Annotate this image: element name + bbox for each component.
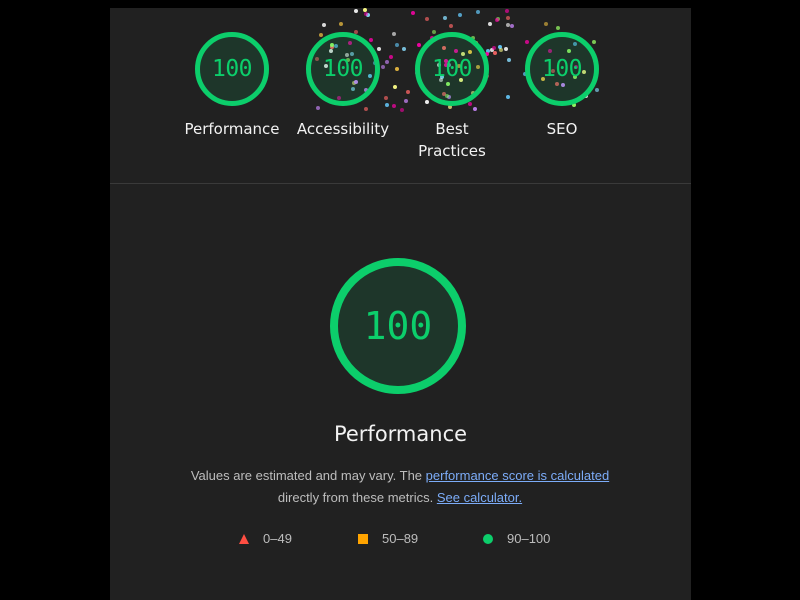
circle-icon [483, 533, 493, 544]
confetti-dot [425, 17, 430, 22]
confetti-dot [555, 25, 560, 30]
confetti-dot [353, 9, 358, 14]
confetti-dot [475, 10, 480, 15]
confetti-dot [400, 107, 405, 112]
performance-score-link[interactable]: performance score is calculated [426, 468, 610, 483]
confetti-dot [473, 106, 478, 111]
confetti-dot [384, 96, 389, 101]
confetti-dot [377, 47, 382, 52]
accessibility-gauge[interactable]: 100 [306, 32, 380, 106]
confetti-dot [384, 102, 389, 107]
legend-pass: 90–100 [483, 531, 550, 546]
confetti-dot [388, 55, 393, 60]
confetti-dot [318, 32, 323, 37]
confetti-dot [363, 8, 368, 13]
legend-fail: 0–49 [239, 531, 292, 546]
triangle-icon [239, 533, 249, 544]
seo-score: 100 [541, 56, 583, 82]
confetti-dot [592, 40, 596, 45]
confetti-dot [405, 89, 410, 94]
confetti-dot [498, 47, 503, 52]
legend-fail-range: 0–49 [263, 531, 292, 546]
confetti-dot [363, 11, 368, 16]
best-practices-score: 100 [431, 56, 473, 82]
confetti-dot [506, 23, 511, 28]
confetti-dot [506, 57, 511, 62]
confetti-dot [458, 13, 463, 18]
confetti-dot [506, 94, 511, 99]
performance-title: Performance [333, 422, 468, 446]
best-practices-label[interactable]: Best Practices [392, 118, 512, 162]
confetti-dot [485, 49, 490, 54]
confetti-dot [489, 48, 494, 53]
confetti-dot [338, 22, 343, 27]
accessibility-label[interactable]: Accessibility [283, 118, 403, 140]
performance-score: 100 [211, 56, 253, 82]
confetti-dot [403, 98, 408, 103]
confetti-dot [392, 103, 397, 108]
square-icon [358, 533, 368, 544]
best-practices-gauge[interactable]: 100 [415, 32, 489, 106]
confetti-dot [416, 43, 421, 47]
confetti-dot [424, 100, 429, 105]
performance-main-gauge: 100 [330, 258, 466, 394]
confetti-dot [494, 17, 499, 22]
confetti-dot [410, 10, 415, 15]
confetti-dot [322, 23, 327, 28]
confetti-dot [369, 38, 374, 43]
confetti-dot [497, 45, 502, 50]
confetti-dot [504, 47, 509, 52]
confetti-dot [491, 46, 496, 51]
accessibility-score: 100 [322, 56, 364, 82]
confetti-dot [393, 84, 398, 89]
confetti-dot [595, 87, 600, 92]
legend-average-range: 50–89 [382, 531, 419, 546]
confetti-dot [493, 51, 498, 56]
confetti-dot [395, 43, 400, 48]
performance-label[interactable]: Performance [172, 118, 292, 140]
confetti-dot [525, 39, 530, 44]
confetti-dot [449, 23, 454, 28]
section-divider [110, 183, 691, 184]
seo-label[interactable]: SEO [502, 118, 622, 140]
see-calculator-link[interactable]: See calculator. [437, 490, 522, 505]
confetti-dot [504, 8, 509, 13]
legend-average: 50–89 [358, 531, 418, 546]
confetti-dot [391, 31, 396, 36]
confetti-dot [495, 16, 500, 21]
confetti-dot [468, 102, 473, 107]
description-text-2: directly from these metrics. [277, 490, 437, 505]
confetti-dot [395, 66, 400, 71]
legend-pass-range: 90–100 [507, 531, 551, 546]
confetti-dot [385, 60, 390, 65]
confetti-dot [509, 23, 514, 28]
confetti-dot [487, 22, 492, 27]
confetti-dot [544, 21, 549, 26]
confetti-dot [364, 106, 369, 111]
performance-gauge[interactable]: 100 [195, 32, 269, 106]
seo-gauge[interactable]: 100 [525, 32, 599, 106]
performance-description: Values are estimated and may vary. The p… [170, 465, 630, 509]
confetti-dot [366, 13, 371, 17]
lighthouse-report-panel: 100 Performance 100 Accessibility 100 Be… [110, 8, 691, 600]
confetti-dot [402, 46, 407, 51]
confetti-dot [316, 105, 321, 110]
confetti-dot [442, 15, 447, 20]
confetti-dot [432, 30, 437, 35]
description-text-1: Values are estimated and may vary. The [190, 468, 426, 483]
confetti-dot [380, 64, 385, 69]
performance-main-score: 100 [363, 304, 433, 348]
confetti-dot [505, 15, 510, 20]
